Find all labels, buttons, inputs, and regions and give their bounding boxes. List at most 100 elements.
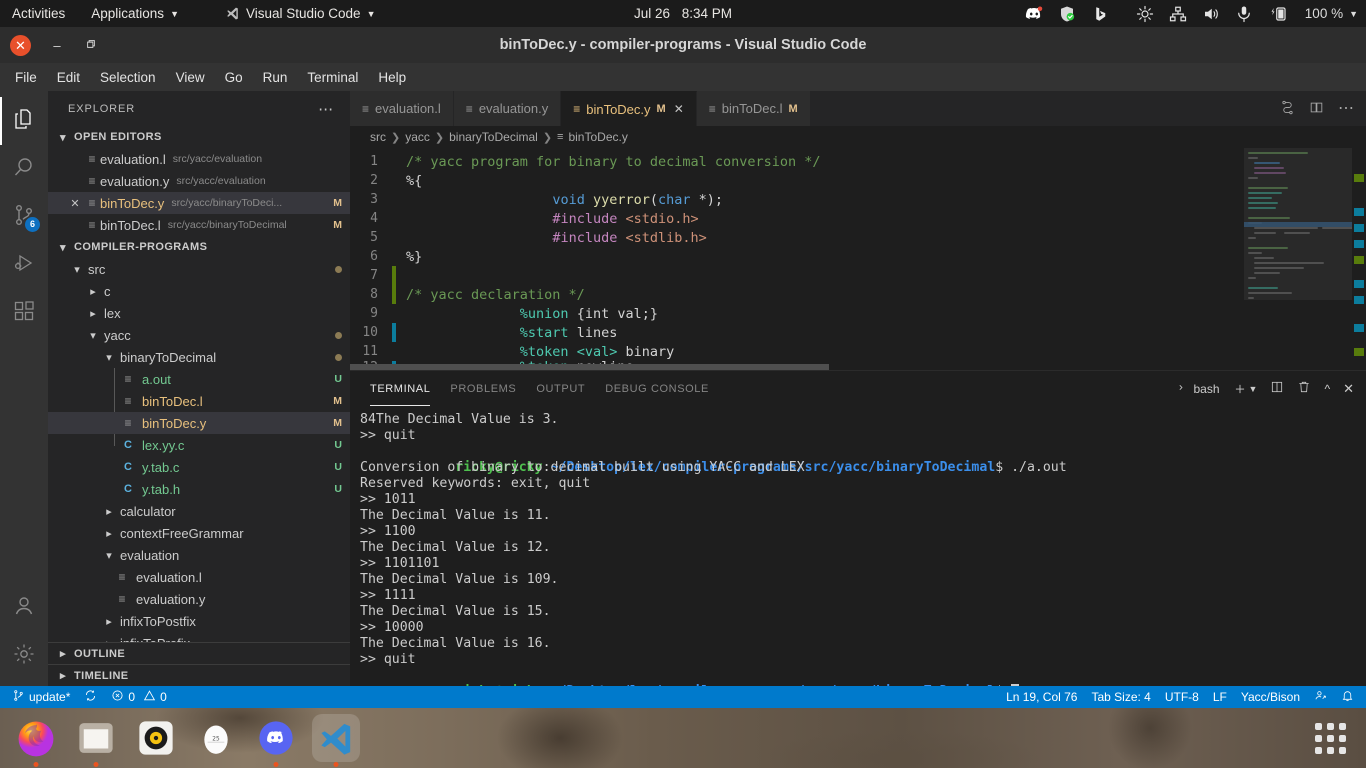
status-encoding[interactable]: UTF-8: [1158, 686, 1206, 708]
status-feedback[interactable]: [1307, 686, 1334, 708]
tree-item-src[interactable]: ▾ src: [48, 258, 350, 280]
tab-evaluation-l[interactable]: ≡ evaluation.l: [350, 91, 454, 126]
applications-menu[interactable]: Applications ▼: [91, 6, 179, 21]
show-applications-icon[interactable]: [1310, 718, 1350, 758]
status-notifications[interactable]: [1334, 686, 1366, 708]
panel-tab-output[interactable]: OUTPUT: [536, 371, 585, 406]
menu-run[interactable]: Run: [254, 67, 297, 88]
minimap[interactable]: [1244, 148, 1352, 370]
status-cursor-position[interactable]: Ln 19, Col 76: [999, 686, 1084, 708]
close-icon[interactable]: ✕: [674, 102, 684, 116]
window-close-button[interactable]: ✕: [10, 34, 31, 56]
dock-app-discord[interactable]: [252, 714, 300, 762]
activitybar-item-source-control[interactable]: 6: [0, 193, 48, 241]
activitybar-item-accounts[interactable]: [0, 584, 48, 632]
section-open-editors[interactable]: ▾ OPEN EDITORS: [48, 126, 350, 148]
tree-item-y-tab-h[interactable]: C y.tab.h U: [48, 478, 350, 500]
dock-app-firefox[interactable]: [12, 714, 60, 762]
brightness-icon[interactable]: [1136, 5, 1154, 23]
status-branch[interactable]: update*: [0, 686, 77, 708]
close-panel-icon[interactable]: ✕: [1343, 381, 1354, 397]
terminal-output[interactable]: 84The Decimal Value is 3. >> quit ricky@…: [350, 406, 1366, 686]
overview-ruler[interactable]: [1352, 148, 1366, 370]
panel-tab-debug-console[interactable]: DEBUG CONSOLE: [605, 371, 709, 406]
tree-item-evaluation-l[interactable]: ≡ evaluation.l: [48, 566, 350, 588]
tree-item-infixtoprefix[interactable]: ▸ infixToPrefix: [48, 632, 350, 643]
tree-item-infixtopostfix[interactable]: ▸ infixToPostfix: [48, 610, 350, 632]
more-actions-icon[interactable]: ⋯: [318, 100, 334, 118]
new-terminal-icon[interactable]: ▼: [1233, 382, 1257, 396]
tab-bintodec-l[interactable]: ≡ binToDec.l M: [696, 91, 811, 126]
split-editor-toggle-icon[interactable]: [1280, 100, 1295, 118]
menu-view[interactable]: View: [167, 67, 214, 88]
breadcrumb-src[interactable]: src: [370, 130, 386, 144]
tree-item-yacc[interactable]: ▾ yacc: [48, 324, 350, 346]
close-icon[interactable]: ✕: [66, 197, 84, 210]
code-editor[interactable]: 1 /* yacc program for binary to decimal …: [350, 148, 1366, 370]
tree-item-lex[interactable]: ▸ lex: [48, 302, 350, 324]
panel-tab-terminal[interactable]: TERMINAL: [370, 371, 431, 406]
chevron-down-icon[interactable]: ▼: [1349, 9, 1358, 19]
breadcrumb-yacc[interactable]: yacc: [405, 130, 430, 144]
tree-item-evaluation-y[interactable]: ≡ evaluation.y: [48, 588, 350, 610]
dock-app-visual-studio-code[interactable]: [312, 714, 360, 762]
maximize-panel-icon[interactable]: ^: [1324, 382, 1330, 396]
tab-bintodec-y[interactable]: ≡ binToDec.y M ✕: [561, 91, 697, 126]
open-editor-item[interactable]: ≡ binToDec.l src/yacc/binaryToDecimal M: [48, 214, 350, 236]
section-timeline[interactable]: ▸ TIMELINE: [48, 664, 350, 686]
kill-terminal-icon[interactable]: [1297, 380, 1311, 397]
breadcrumb-file[interactable]: ≡ binToDec.y: [557, 130, 628, 144]
bing-icon[interactable]: [1091, 5, 1109, 23]
section-outline[interactable]: ▸ OUTLINE: [48, 642, 350, 664]
status-problems[interactable]: 0 0: [104, 686, 173, 708]
discord-icon[interactable]: [1025, 5, 1043, 23]
dock-app-files[interactable]: [72, 714, 120, 762]
open-editor-item[interactable]: ✕ ≡ binToDec.y src/yacc/binaryToDeci... …: [48, 192, 350, 214]
status-language-mode[interactable]: Yacc/Bison: [1234, 686, 1307, 708]
activitybar-item-explorer[interactable]: [0, 97, 48, 145]
activitybar-item-manage[interactable]: [0, 632, 48, 680]
battery-icon[interactable]: [1268, 5, 1290, 23]
network-icon[interactable]: [1169, 5, 1187, 23]
tree-item-y-tab-c[interactable]: C y.tab.c U: [48, 456, 350, 478]
app-menu[interactable]: Visual Studio Code ▼: [225, 6, 376, 21]
terminal-selector[interactable]: bash: [1176, 381, 1220, 397]
window-minimize-button[interactable]: –: [49, 38, 65, 53]
activitybar-item-search[interactable]: [0, 145, 48, 193]
more-actions-icon[interactable]: ⋯: [1338, 100, 1354, 116]
tree-item-contextfreegrammar[interactable]: ▸ contextFreeGrammar: [48, 522, 350, 544]
section-workspace[interactable]: ▾ COMPILER-PROGRAMS: [48, 236, 350, 258]
tab-evaluation-y[interactable]: ≡ evaluation.y: [453, 91, 562, 126]
status-sync[interactable]: [77, 686, 104, 708]
status-eol[interactable]: LF: [1206, 686, 1234, 708]
status-tab-size[interactable]: Tab Size: 4: [1084, 686, 1157, 708]
tree-item-evaluation[interactable]: ▾ evaluation: [48, 544, 350, 566]
editor-horizontal-scrollbar[interactable]: [350, 364, 1122, 370]
tree-item-binarytodecimal[interactable]: ▾ binaryToDecimal: [48, 346, 350, 368]
microphone-icon[interactable]: [1235, 5, 1253, 23]
menu-file[interactable]: File: [6, 67, 46, 88]
menu-edit[interactable]: Edit: [48, 67, 89, 88]
open-editor-item[interactable]: ≡ evaluation.l src/yacc/evaluation: [48, 148, 350, 170]
menu-selection[interactable]: Selection: [91, 67, 165, 88]
panel-tab-problems[interactable]: PROBLEMS: [450, 371, 516, 406]
window-maximize-button[interactable]: [83, 38, 99, 53]
breadcrumb-binarytodecimal[interactable]: binaryToDecimal: [449, 130, 538, 144]
menu-terminal[interactable]: Terminal: [298, 67, 367, 88]
activities-button[interactable]: Activities: [12, 6, 65, 21]
menu-go[interactable]: Go: [216, 67, 252, 88]
activitybar-item-extensions[interactable]: [0, 289, 48, 337]
tree-item-bintodec-l[interactable]: ≡ binToDec.l M: [48, 390, 350, 412]
dock-app-pomodoro-timer[interactable]: 25: [192, 714, 240, 762]
tree-item-c[interactable]: ▸ c: [48, 280, 350, 302]
split-editor-icon[interactable]: [1309, 100, 1324, 118]
volume-icon[interactable]: [1202, 5, 1220, 23]
tree-item-calculator[interactable]: ▸ calculator: [48, 500, 350, 522]
tree-item-a-out[interactable]: ≡ a.out U: [48, 368, 350, 390]
activitybar-item-run-and-debug[interactable]: [0, 241, 48, 289]
split-terminal-icon[interactable]: [1270, 380, 1284, 397]
menu-help[interactable]: Help: [369, 67, 415, 88]
open-editor-item[interactable]: ≡ evaluation.y src/yacc/evaluation: [48, 170, 350, 192]
tree-item-lex-yy-c[interactable]: C lex.yy.c U: [48, 434, 350, 456]
shield-check-icon[interactable]: [1058, 5, 1076, 23]
